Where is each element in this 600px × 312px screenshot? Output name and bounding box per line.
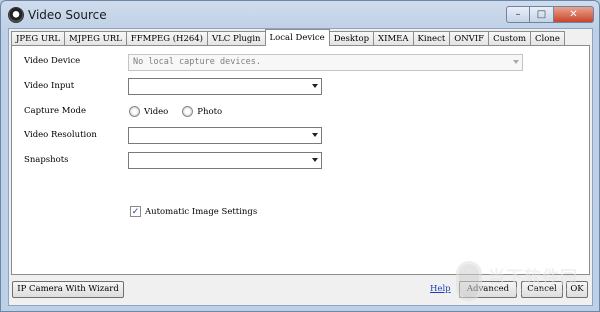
tab-mjpeg-url[interactable]: MJPEG URL (64, 31, 127, 46)
video-input-label: Video Input (24, 81, 75, 91)
capture-mode-video-label: Video (144, 106, 169, 117)
chevron-down-icon (513, 60, 519, 64)
auto-image-settings-checkbox[interactable]: ✓ (130, 206, 141, 217)
maximize-button[interactable]: □ (530, 6, 554, 23)
auto-image-settings-row: ✓ Automatic Image Settings (130, 206, 257, 217)
ok-button[interactable]: OK (566, 281, 588, 298)
snapshots-label: Snapshots (24, 155, 69, 165)
chevron-down-icon (312, 84, 318, 88)
capture-mode-photo-radio[interactable] (182, 106, 194, 117)
snapshots-select[interactable] (128, 152, 322, 169)
tab-vlc-plugin[interactable]: VLC Plugin (206, 31, 266, 46)
video-device-placeholder: No local capture devices. (133, 57, 261, 67)
close-button[interactable]: ✕ (554, 6, 594, 23)
tab-ffmpeg-h264[interactable]: FFMPEG (H264) (125, 31, 208, 46)
local-device-panel: Video Device No local capture devices. V… (11, 45, 590, 275)
tab-clone[interactable]: Clone (530, 31, 565, 46)
tab-kinect[interactable]: Kinect (412, 31, 451, 46)
video-device-label: Video Device (24, 56, 81, 66)
video-resolution-select[interactable] (128, 127, 322, 144)
video-source-window: Video Source – □ ✕ JPEG URL MJPEG URL FF… (0, 0, 600, 312)
capture-mode-radio-group: Video Photo (129, 106, 236, 117)
window-title: Video Source (28, 8, 107, 22)
capture-mode-photo-label: Photo (197, 106, 223, 117)
auto-image-settings-label: Automatic Image Settings (145, 206, 258, 217)
tab-custom[interactable]: Custom (488, 31, 532, 46)
tab-ximea[interactable]: XIMEA (373, 31, 414, 46)
title-bar[interactable]: Video Source – □ ✕ (1, 1, 599, 29)
video-device-select: No local capture devices. (128, 54, 523, 71)
tab-jpeg-url[interactable]: JPEG URL (11, 31, 66, 46)
tab-desktop[interactable]: Desktop (328, 31, 375, 46)
chevron-down-icon (312, 158, 318, 162)
dialog-button-bar: IP Camera With Wizard Help Advanced Canc… (9, 276, 592, 306)
dialog-client-area: JPEG URL MJPEG URL FFMPEG (H264) VLC Plu… (8, 28, 593, 306)
cancel-button[interactable]: Cancel (521, 281, 563, 298)
webcam-app-icon (8, 7, 24, 23)
window-controls: – □ ✕ (506, 6, 594, 24)
video-resolution-label: Video Resolution (24, 130, 97, 140)
minimize-button[interactable]: – (506, 6, 530, 23)
tab-local-device[interactable]: Local Device (264, 29, 330, 46)
advanced-button[interactable]: Advanced (459, 281, 517, 298)
ip-camera-wizard-button[interactable]: IP Camera With Wizard (12, 281, 124, 298)
tab-onvif[interactable]: ONVIF (449, 31, 490, 46)
help-link[interactable]: Help (430, 284, 451, 294)
capture-mode-video-radio[interactable] (129, 106, 140, 117)
source-tabs: JPEG URL MJPEG URL FFMPEG (H264) VLC Plu… (11, 29, 565, 46)
capture-mode-label: Capture Mode (24, 106, 86, 116)
chevron-down-icon (312, 133, 318, 137)
checkmark-icon: ✓ (131, 206, 140, 217)
video-input-select[interactable] (128, 78, 322, 95)
